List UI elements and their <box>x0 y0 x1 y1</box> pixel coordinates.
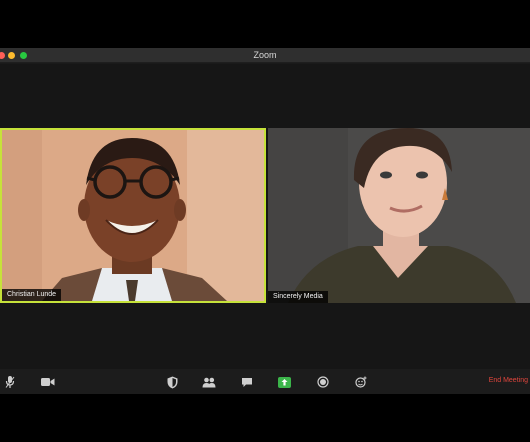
participant-name-label: Christian Lunde <box>2 289 62 301</box>
screen: Zoom Christian Lunde Sincerely Media End… <box>0 0 530 442</box>
chat-bubble-icon <box>242 377 252 387</box>
chat-button[interactable] <box>240 375 254 389</box>
video-tile-sincerely-media[interactable]: Sincerely Media <box>268 128 530 303</box>
participant-video-sincerely <box>268 128 530 303</box>
record-icon <box>317 376 329 388</box>
participants-icon <box>202 377 216 387</box>
zoom-window: Zoom Christian Lunde Sincerely Media End… <box>0 48 530 394</box>
video-camera-icon <box>41 378 55 386</box>
microphone-icon <box>5 376 15 388</box>
title-bar[interactable]: Zoom <box>0 48 530 63</box>
record-button[interactable] <box>316 375 330 389</box>
security-button[interactable] <box>165 375 179 389</box>
reactions-button[interactable] <box>354 375 368 389</box>
participants-button[interactable] <box>201 375 217 389</box>
mute-button[interactable] <box>3 375 17 389</box>
meeting-toolbar: End Meeting <box>0 369 530 394</box>
security-shield-icon <box>167 376 177 388</box>
start-video-button[interactable] <box>40 375 56 389</box>
reactions-icon <box>355 376 367 388</box>
window-title: Zoom <box>253 50 277 60</box>
end-meeting-button[interactable]: End Meeting <box>489 376 528 386</box>
participant-name-label: Sincerely Media <box>268 291 328 303</box>
video-tile-christian-lunde[interactable]: Christian Lunde <box>0 128 266 303</box>
video-stage: Christian Lunde Sincerely Media <box>0 64 530 369</box>
participant-video-christian <box>2 130 264 301</box>
share-screen-button[interactable] <box>277 375 292 389</box>
share-screen-icon <box>278 376 291 388</box>
